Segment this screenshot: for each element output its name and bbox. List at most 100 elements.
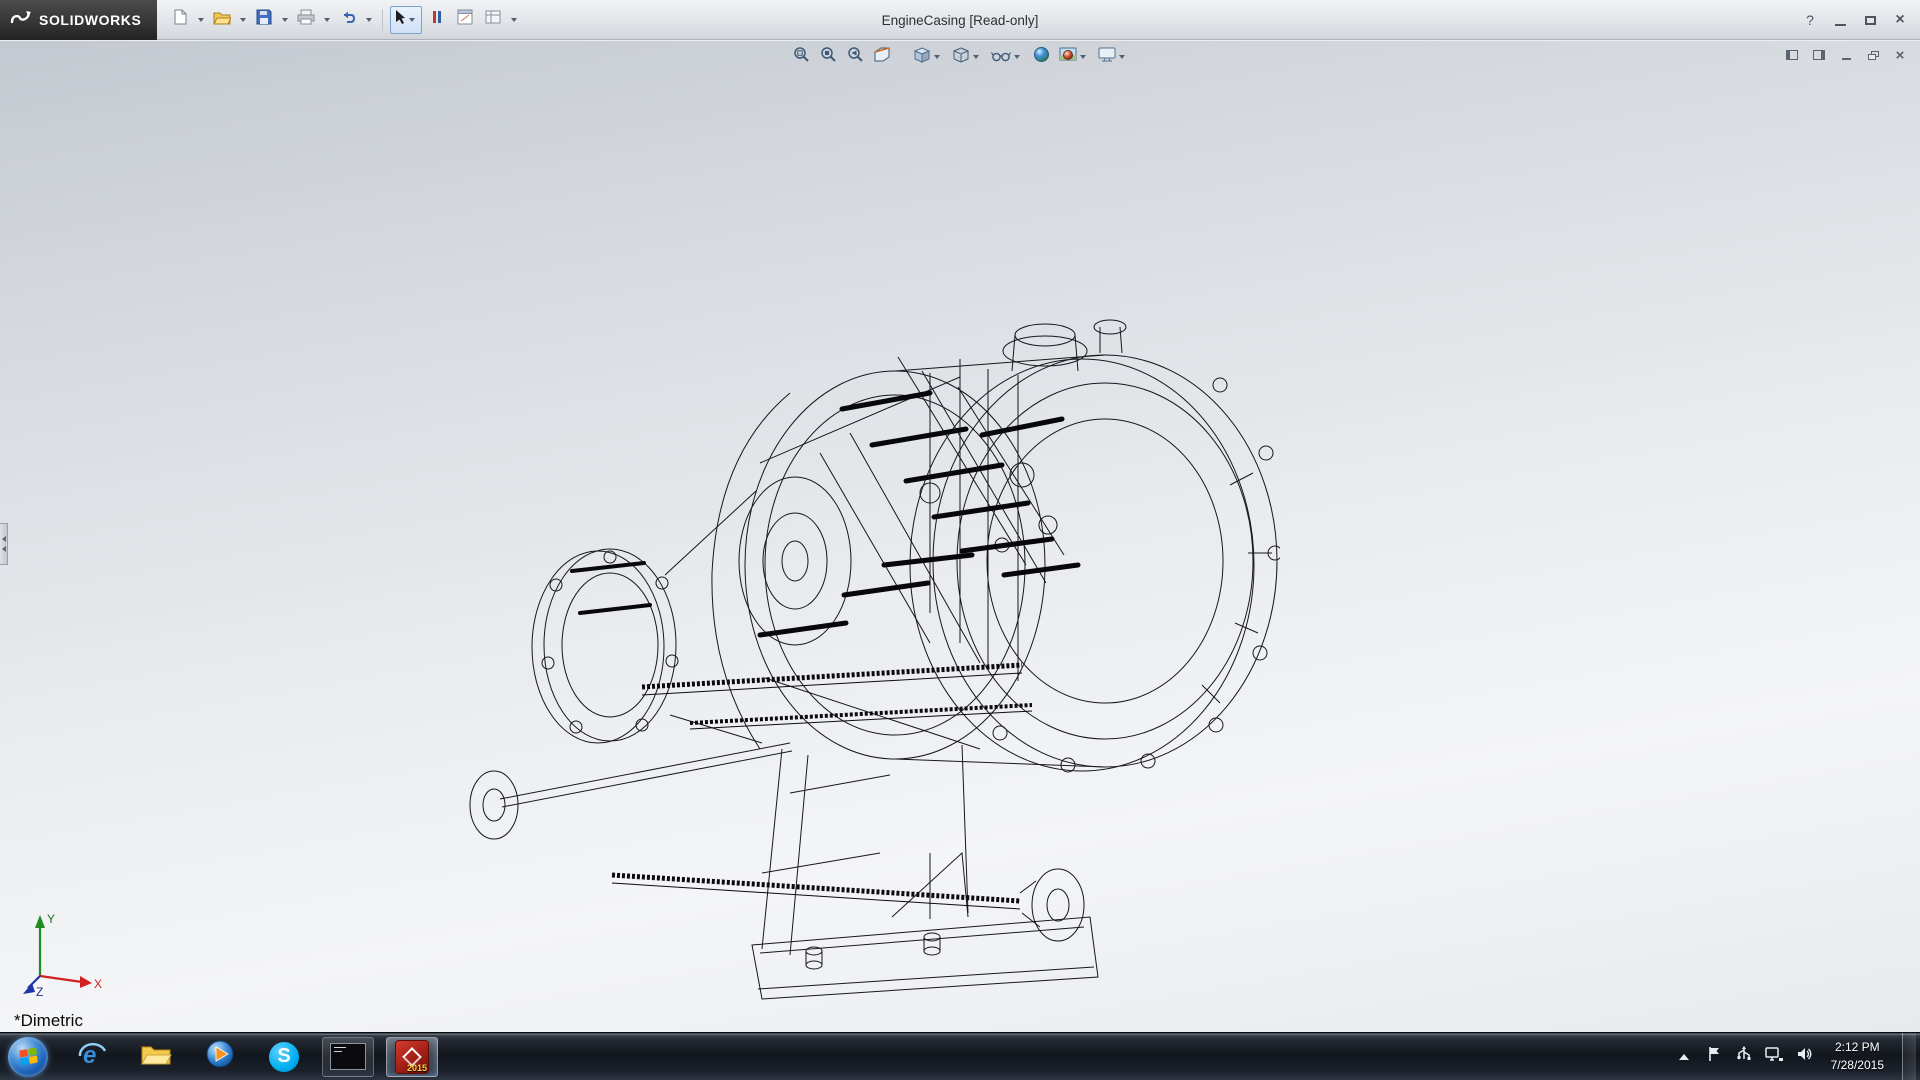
help-button[interactable]: ? (1796, 8, 1824, 32)
print-button[interactable] (293, 6, 319, 34)
save-icon (256, 9, 272, 30)
minimize-button[interactable] (1826, 8, 1854, 32)
pane-right-toggle[interactable] (1807, 45, 1831, 65)
doc-minimize-button[interactable] (1834, 45, 1858, 65)
system-tray: 2:12 PM 7/28/2015 (1675, 1033, 1920, 1080)
view-settings-caret[interactable] (1119, 55, 1125, 59)
doc-restore-button[interactable] (1861, 45, 1885, 65)
display-style-cube-icon (952, 46, 970, 69)
save-dropdown-caret[interactable] (282, 18, 288, 22)
section-view-button[interactable] (871, 45, 893, 69)
save-button[interactable] (251, 6, 277, 34)
window-controls: ? × (1796, 0, 1914, 40)
taskbar-clock[interactable]: 2:12 PM 7/28/2015 (1825, 1039, 1890, 1074)
tray-expand-button[interactable] (1675, 1048, 1693, 1066)
zoom-to-fit-button[interactable] (790, 45, 812, 69)
feature-panel-splitter[interactable] (0, 523, 8, 565)
document-window-controls: × (1780, 45, 1912, 65)
window-title: EngineCasing [Read-only] (882, 0, 1039, 40)
network-button[interactable] (1765, 1048, 1783, 1066)
hide-show-items-button[interactable] (989, 45, 1025, 69)
close-icon: × (1895, 12, 1904, 28)
taskbar-media-player[interactable] (194, 1037, 246, 1077)
previous-view-button[interactable] (844, 45, 866, 69)
triad-y-label: Y (47, 912, 55, 926)
speaker-icon (1796, 1046, 1812, 1067)
apply-scene-icon (1059, 46, 1077, 68)
select-tool-button[interactable] (390, 6, 422, 34)
options-table-icon (485, 9, 501, 30)
usb-device-button[interactable] (1735, 1048, 1753, 1066)
folder-icon (140, 1042, 172, 1072)
action-center-button[interactable] (1705, 1048, 1723, 1066)
taskbar-windows-explorer[interactable] (130, 1037, 182, 1077)
volume-button[interactable] (1795, 1048, 1813, 1066)
doc-close-icon: × (1896, 48, 1905, 63)
apply-scene-button[interactable] (1057, 45, 1091, 69)
taskbar-solidworks[interactable]: 2015 (386, 1037, 438, 1077)
view-settings-monitor-icon (1098, 47, 1116, 68)
maximize-icon (1865, 16, 1876, 25)
open-folder-icon (213, 10, 231, 30)
toolbar-separator (382, 9, 383, 31)
main-toolbar (167, 6, 520, 34)
xpert-tools-button[interactable] (424, 6, 450, 34)
show-desktop-button[interactable] (1902, 1033, 1916, 1080)
internet-explorer-icon: e (76, 1039, 108, 1074)
doc-close-button[interactable]: × (1888, 45, 1912, 65)
open-button[interactable] (209, 6, 235, 34)
view-orientation-cube-icon (913, 46, 931, 69)
view-orientation-label: *Dimetric (14, 1011, 83, 1031)
usb-icon (1736, 1046, 1752, 1067)
media-player-icon (205, 1039, 235, 1074)
options-button[interactable] (480, 6, 506, 34)
windows-taskbar: e S 2015 (0, 1032, 1920, 1080)
graphics-viewport[interactable]: × (0, 41, 1920, 1032)
close-button[interactable]: × (1886, 8, 1914, 32)
undo-button[interactable] (335, 6, 361, 34)
view-orientation-caret[interactable] (934, 55, 940, 59)
undo-dropdown-caret[interactable] (366, 18, 372, 22)
new-document-button[interactable] (167, 6, 193, 34)
open-dropdown-caret[interactable] (240, 18, 246, 22)
glasses-icon (991, 47, 1011, 68)
apply-scene-caret[interactable] (1080, 55, 1086, 59)
print-dropdown-caret[interactable] (324, 18, 330, 22)
taskbar-internet-explorer[interactable]: e (66, 1037, 118, 1077)
new-document-icon (172, 9, 188, 30)
title-bar: SOLIDWORKS EngineCasin (0, 0, 1920, 40)
command-prompt-icon (330, 1043, 366, 1070)
pane-left-toggle[interactable] (1780, 45, 1804, 65)
make-drawing-button[interactable] (452, 6, 478, 34)
triad-z-label: Z (36, 985, 43, 998)
solidworks-brand: SOLIDWORKS (0, 0, 157, 40)
view-settings-button[interactable] (1096, 45, 1130, 69)
zoom-to-fit-icon (793, 46, 810, 68)
display-style-caret[interactable] (973, 55, 979, 59)
taskbar-command-prompt[interactable] (322, 1037, 374, 1077)
select-dropdown-caret[interactable] (409, 18, 415, 22)
clock-date: 7/28/2015 (1831, 1057, 1884, 1074)
xpert-tools-icon (432, 9, 442, 30)
solidworks-logo-icon (10, 7, 32, 32)
maximize-button[interactable] (1856, 8, 1884, 32)
model-wireframe[interactable] (460, 313, 1280, 1003)
zoom-to-area-button[interactable] (817, 45, 839, 69)
display-style-button[interactable] (950, 45, 984, 69)
chevron-up-icon (1679, 1054, 1689, 1060)
clock-time: 2:12 PM (1831, 1039, 1884, 1056)
undo-icon (339, 9, 357, 30)
ie-letter: e (83, 1042, 96, 1069)
options-dropdown-caret[interactable] (511, 18, 517, 22)
pane-right-icon (1813, 50, 1825, 60)
brand-name: SOLIDWORKS (39, 12, 141, 28)
hide-show-caret[interactable] (1014, 55, 1020, 59)
view-orientation-button[interactable] (911, 45, 945, 69)
taskbar-skype[interactable]: S (258, 1037, 310, 1077)
make-drawing-icon (457, 9, 473, 30)
start-button[interactable] (8, 1037, 48, 1077)
edit-appearance-button[interactable] (1030, 45, 1052, 69)
new-dropdown-caret[interactable] (198, 18, 204, 22)
doc-minimize-icon (1842, 58, 1851, 60)
orientation-triad: Y X Z (22, 910, 106, 998)
